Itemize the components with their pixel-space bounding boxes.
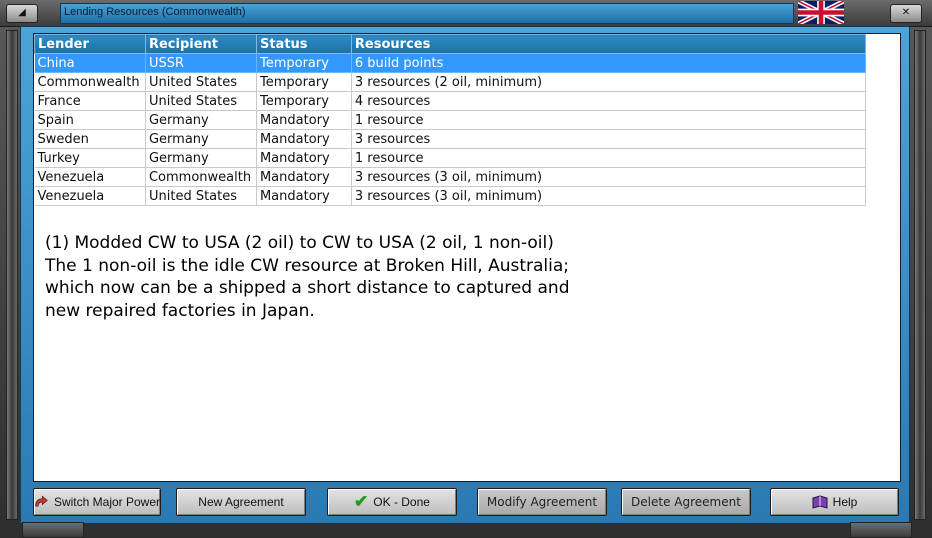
modify-agreement-button[interactable]: Modify Agreement [477,488,607,516]
note-line: new repaired factories in Japan. [45,301,315,322]
note-line: which now can be a shipped a short dista… [45,278,570,299]
table-row[interactable]: Sweden Germany Mandatory 3 resources [34,129,867,149]
column-header-lender[interactable]: Lender [34,34,146,54]
close-icon: ✕ [901,7,911,18]
close-button[interactable]: ✕ [890,4,922,23]
cell-resources: 6 build points [351,53,867,73]
cell-status: Mandatory [256,186,352,206]
cell-status: Temporary [256,53,352,73]
table-header-row: Lender Recipient Status Resources [34,34,867,54]
cell-resources: 1 resource [351,148,867,168]
switch-arrow-icon [35,495,48,507]
cell-recipient: USSR [145,53,257,73]
note-line: The 1 non-oil is the idle CW resource at… [45,255,570,276]
table-row[interactable]: Venezuela United States Mandatory 3 reso… [34,186,867,206]
cell-lender: Venezuela [34,186,146,206]
window-title: Lending Resources (Commonwealth) [64,6,246,18]
title-strip: Lending Resources (Commonwealth) [60,3,794,24]
cell-status: Mandatory [256,110,352,130]
window-menu-button[interactable]: ◢ [6,4,38,23]
help-book-icon [812,495,828,509]
column-header-status[interactable]: Status [255,34,352,54]
help-label: Help [832,495,858,509]
lending-resources-window: ◢ Lending Resources (Commonwealth) ✕ Len… [0,0,932,538]
cell-lender: China [34,53,146,73]
cell-resources: 1 resource [351,110,867,130]
column-header-resources[interactable]: Resources [350,34,867,54]
title-bar: ◢ Lending Resources (Commonwealth) ✕ [0,0,932,27]
cell-recipient: Germany [145,148,257,168]
union-jack-flag-icon [798,1,844,24]
left-frame-rail [6,30,18,520]
cell-resources: 3 resources (2 oil, minimum) [351,72,867,92]
cell-lender: Sweden [34,129,146,149]
cell-resources: 3 resources [351,129,867,149]
checkmark-icon: ✔ [354,492,369,511]
new-agreement-label: New Agreement [198,495,284,509]
cell-status: Mandatory [256,167,352,187]
cell-lender: Commonwealth [34,72,146,92]
bottom-left-frame-deco [22,522,84,538]
cell-resources: 3 resources (3 oil, minimum) [351,167,867,187]
table-row[interactable]: Spain Germany Mandatory 1 resource [34,110,867,130]
delete-agreement-button[interactable]: Delete Agreement [621,488,751,516]
cell-recipient: Commonwealth [145,167,257,187]
ok-done-label: OK - Done [373,495,430,509]
modify-agreement-label: Modify Agreement [486,495,598,509]
cell-lender: France [34,91,146,111]
switch-major-power-label: Switch Major Power [53,495,160,509]
column-header-recipient[interactable]: Recipient [144,34,257,54]
right-frame-rail [914,30,926,520]
help-button[interactable]: Help [770,488,899,516]
cell-lender: Turkey [34,148,146,168]
annotation-note: (1) Modded CW to USA (2 oil) to CW to US… [45,232,745,323]
ok-done-button[interactable]: ✔ OK - Done [327,488,457,516]
cell-recipient: Germany [145,129,257,149]
cell-recipient: Germany [145,110,257,130]
table-row[interactable]: France United States Temporary 4 resourc… [34,91,867,111]
bottom-right-frame-deco [850,522,912,538]
cell-status: Temporary [256,91,352,111]
new-agreement-button[interactable]: New Agreement [176,488,306,516]
table-row[interactable]: Venezuela Commonwealth Mandatory 3 resou… [34,167,867,187]
switch-major-power-button[interactable]: Switch Major Power [33,488,161,516]
cell-status: Temporary [256,72,352,92]
cell-recipient: United States [145,72,257,92]
note-line: (1) Modded CW to USA (2 oil) to CW to US… [45,233,554,253]
delete-agreement-label: Delete Agreement [631,495,741,509]
cell-resources: 4 resources [351,91,867,111]
cell-resources: 3 resources (3 oil, minimum) [351,186,867,206]
table-row[interactable]: Turkey Germany Mandatory 1 resource [34,148,867,168]
cell-status: Mandatory [256,148,352,168]
cell-status: Mandatory [256,129,352,149]
cell-recipient: United States [145,91,257,111]
table-row[interactable]: China USSR Temporary 6 build points [34,53,867,73]
content-panel: Lender Recipient Status Resources China … [33,33,901,482]
cell-lender: Spain [34,110,146,130]
lending-table: Lender Recipient Status Resources China … [34,34,867,206]
cell-lender: Venezuela [34,167,146,187]
cell-recipient: United States [145,186,257,206]
window-menu-icon: ◢ [18,7,26,18]
table-row[interactable]: Commonwealth United States Temporary 3 r… [34,72,867,92]
